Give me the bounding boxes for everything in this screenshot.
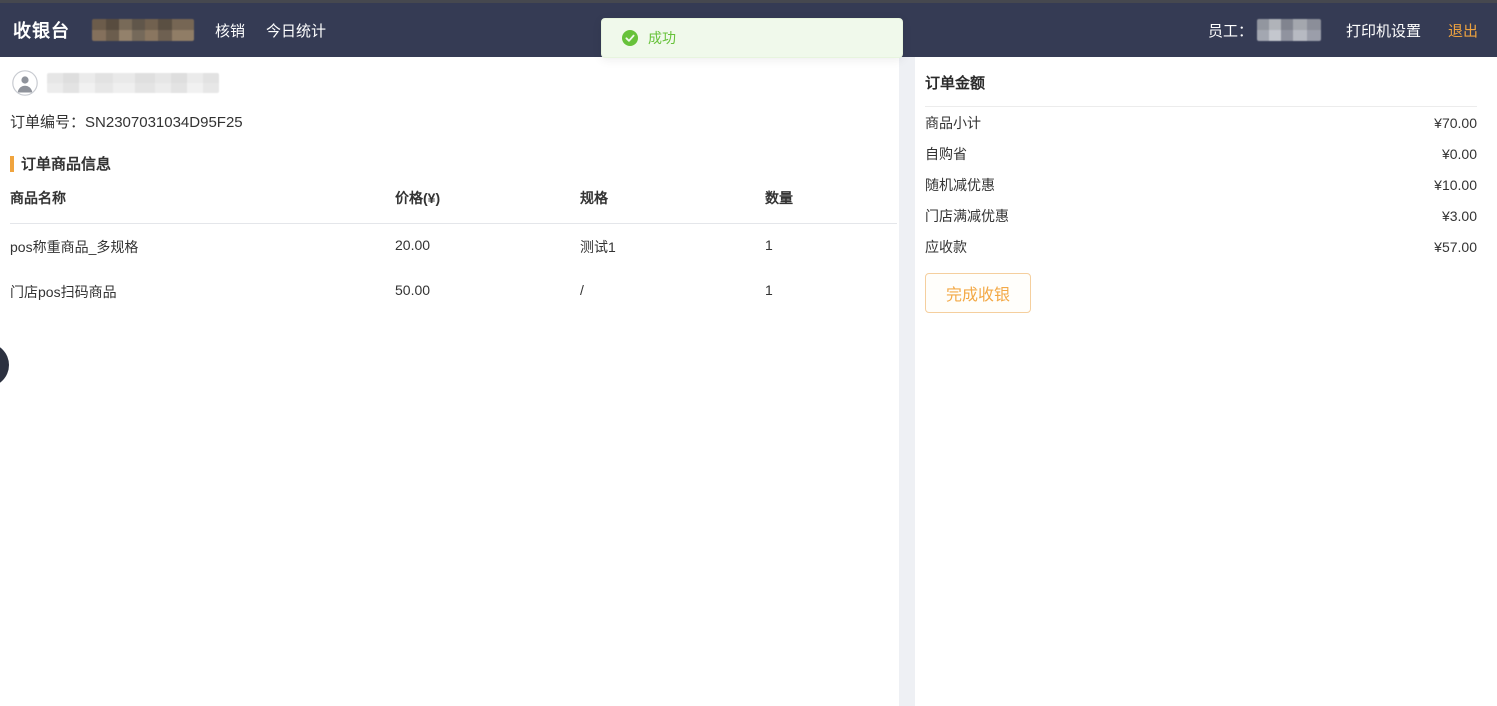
complete-checkout-button[interactable]: 完成收银 <box>925 273 1031 313</box>
table-row: 门店pos扫码商品 50.00 / 1 <box>10 269 897 314</box>
summary-value: ¥10.00 <box>1434 177 1477 193</box>
summary-value: ¥3.00 <box>1442 208 1477 224</box>
col-header-price: 价格(¥) <box>395 188 580 208</box>
success-toast: 成功 <box>601 18 903 58</box>
summary-row-self-purchase-saving: 自购省 ¥0.00 <box>925 138 1477 169</box>
cell-product-name: pos称重商品_多规格 <box>10 237 395 257</box>
summary-label: 随机减优惠 <box>925 175 995 195</box>
cell-price: 20.00 <box>395 237 580 257</box>
success-check-circle-icon <box>622 30 638 46</box>
cell-spec: 测试1 <box>580 237 765 257</box>
toast-message: 成功 <box>648 28 676 48</box>
order-number-value: SN2307031034D95F25 <box>85 114 243 131</box>
order-detail-pane: 订单编号：SN2307031034D95F25 订单商品信息 商品名称 价格(¥… <box>0 57 899 706</box>
col-header-quantity: 数量 <box>765 188 897 208</box>
order-number-label: 订单编号： <box>10 114 85 131</box>
summary-row-store-discount: 门店满减优惠 ¥3.00 <box>925 200 1477 231</box>
customer-row <box>12 70 899 96</box>
summary-label: 应收款 <box>925 237 967 257</box>
col-header-product-name: 商品名称 <box>10 188 395 208</box>
order-amount-pane: 订单金额 商品小计 ¥70.00 自购省 ¥0.00 随机减优惠 ¥10.00 … <box>915 57 1497 706</box>
summary-label: 商品小计 <box>925 113 981 133</box>
order-items-table: 商品名称 价格(¥) 规格 数量 pos称重商品_多规格 20.00 测试1 1… <box>10 188 897 314</box>
left-pane-scrollbar-gutter[interactable] <box>899 57 915 706</box>
nav-item-today-stats[interactable]: 今日统计 <box>266 20 326 41</box>
summary-value: ¥57.00 <box>1434 239 1477 255</box>
order-amount-title: 订单金额 <box>925 69 1477 107</box>
navbar-right-group: 员工： 打印机设置 退出 <box>1208 19 1478 41</box>
main-content: 订单编号：SN2307031034D95F25 订单商品信息 商品名称 价格(¥… <box>0 57 1497 706</box>
app-title: 收银台 <box>13 17 70 43</box>
order-items-section-header: 订单商品信息 <box>10 153 899 174</box>
cell-quantity: 1 <box>765 237 897 257</box>
order-number-row: 订单编号：SN2307031034D95F25 <box>10 111 899 132</box>
section-title: 订单商品信息 <box>21 153 111 174</box>
summary-row-subtotal: 商品小计 ¥70.00 <box>925 107 1477 138</box>
col-header-spec: 规格 <box>580 188 765 208</box>
summary-row-random-discount: 随机减优惠 ¥10.00 <box>925 169 1477 200</box>
summary-row-amount-due: 应收款 ¥57.00 <box>925 231 1477 262</box>
cell-product-name: 门店pos扫码商品 <box>10 282 395 302</box>
summary-label: 自购省 <box>925 144 967 164</box>
table-row: pos称重商品_多规格 20.00 测试1 1 <box>10 224 897 269</box>
employee-label: 员工： <box>1208 20 1253 41</box>
cell-spec: / <box>580 282 765 302</box>
summary-value: ¥70.00 <box>1434 115 1477 131</box>
store-name-redacted <box>92 19 194 41</box>
customer-name-redacted <box>47 73 219 93</box>
user-avatar-icon <box>12 70 38 96</box>
employee-name-redacted <box>1257 19 1321 41</box>
section-accent-bar <box>10 156 14 172</box>
nav-item-verify[interactable]: 核销 <box>215 20 245 41</box>
summary-label: 门店满减优惠 <box>925 206 1009 226</box>
logout-button[interactable]: 退出 <box>1448 20 1478 41</box>
summary-value: ¥0.00 <box>1442 146 1477 162</box>
printer-settings-button[interactable]: 打印机设置 <box>1346 20 1421 41</box>
cell-price: 50.00 <box>395 282 580 302</box>
cell-quantity: 1 <box>765 282 897 302</box>
table-header-row: 商品名称 价格(¥) 规格 数量 <box>10 188 897 224</box>
